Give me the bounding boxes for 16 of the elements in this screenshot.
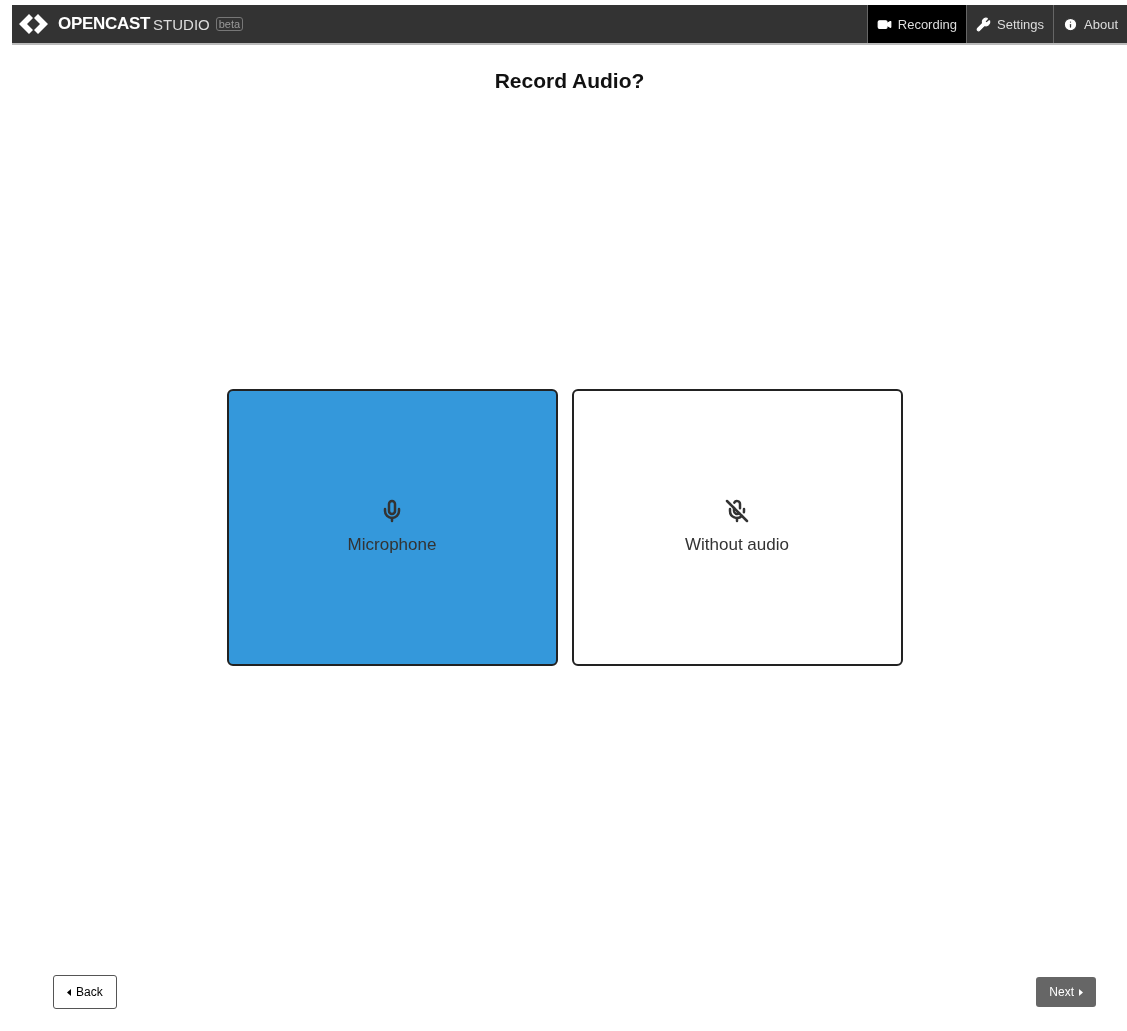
option-card[interactable]: Without audio [571, 388, 903, 666]
page-title: Record Audio? [493, 69, 646, 93]
option-card[interactable]: Microphone [226, 388, 558, 666]
caret-icon [67, 988, 71, 996]
nav-tab[interactable]: Settings [966, 5, 1053, 43]
caret-icon [1079, 988, 1083, 996]
info-icon [1063, 16, 1078, 32]
nav-tab[interactable]: About [1053, 5, 1127, 43]
back-button[interactable]: Back [53, 975, 117, 1009]
nav-tab[interactable]: Recording [866, 5, 967, 43]
wrench-icon [976, 16, 992, 32]
beta-badge: beta [215, 17, 244, 31]
product-name: STUDIO [153, 15, 210, 33]
microphone-off-icon [725, 499, 749, 523]
brand-name: OPENCAST [58, 14, 151, 34]
next-button[interactable]: Next [1036, 977, 1096, 1007]
